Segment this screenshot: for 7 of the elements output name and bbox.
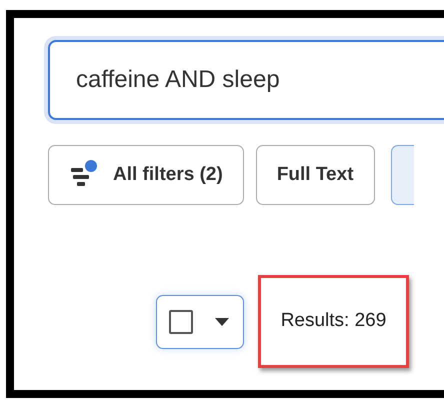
search-input[interactable]: caffeine AND sleep [76,62,444,98]
results-count: Results: 269 [258,275,409,368]
checkbox[interactable] [169,310,193,334]
filter-button[interactable]: Full Text [256,145,375,205]
caret-icon [215,318,229,326]
select-all-dropdown[interactable] [156,294,244,348]
all-filters-button[interactable]: All filters (2) [48,145,244,205]
